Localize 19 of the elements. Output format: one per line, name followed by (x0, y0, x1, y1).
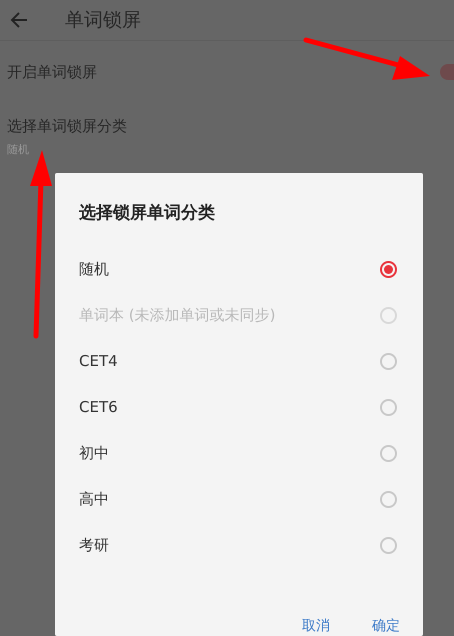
radio-button[interactable] (380, 536, 397, 554)
option-label[interactable]: 随机 (79, 260, 109, 278)
setting-label: 开启单词锁屏 (7, 62, 97, 82)
back-icon[interactable] (9, 10, 29, 30)
dialog-button[interactable]: 取消 (302, 617, 330, 635)
option-label: 单词本 (未添加单词或未同步) (79, 306, 276, 324)
option-label[interactable]: CET6 (79, 398, 118, 416)
option-label[interactable]: 考研 (79, 536, 109, 554)
radio-button[interactable] (380, 398, 397, 416)
radio-button[interactable] (380, 260, 397, 278)
radio-button[interactable] (380, 490, 397, 508)
page-title: 单词锁屏 (65, 8, 141, 33)
option-label[interactable]: CET4 (79, 352, 118, 370)
option-label[interactable]: 高中 (79, 490, 109, 508)
option-label[interactable]: 初中 (79, 444, 109, 462)
dialog-button[interactable]: 确定 (372, 617, 400, 635)
radio-button[interactable] (380, 352, 397, 370)
dialog-title: 选择锁屏单词分类 (79, 202, 216, 224)
radio-button[interactable] (380, 444, 397, 462)
